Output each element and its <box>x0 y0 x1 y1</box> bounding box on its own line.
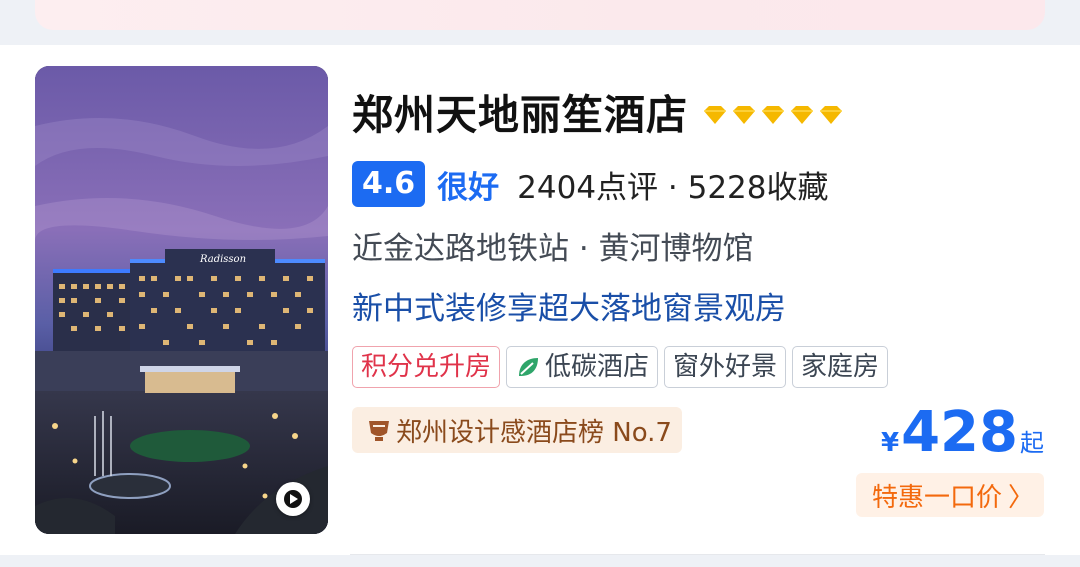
diamond-icon <box>762 106 784 124</box>
hotel-tagline: 新中式装修享超大落地窗景观房 <box>352 291 786 327</box>
tag-low-carbon-label: 低碳酒店 <box>545 352 650 382</box>
diamond-icon <box>791 106 813 124</box>
reviews-favorites: 2404点评 · 5228收藏 <box>517 169 829 206</box>
previous-card-bottom <box>35 0 1045 30</box>
diamond-icon <box>704 106 726 124</box>
deal-label: 特惠一口价 <box>871 482 1002 513</box>
rank-badge[interactable]: 郑州设计感酒店榜 No.7 <box>352 407 682 453</box>
hotel-photo[interactable]: Radisson <box>35 66 328 534</box>
tag-points-upgrade: 积分兑升房 <box>352 346 501 388</box>
play-video-button[interactable] <box>276 482 310 516</box>
trophy-icon <box>369 421 389 441</box>
diamond-icon <box>820 106 842 124</box>
hotel-name[interactable]: 郑州天地丽笙酒店 <box>352 89 688 141</box>
rank-text: 郑州设计感酒店榜 No.7 <box>396 417 672 448</box>
leaf-icon <box>519 358 539 376</box>
title-row: 郑州天地丽笙酒店 <box>352 89 844 141</box>
rating-row[interactable]: 4.6 很好 2404点评 · 5228收藏 <box>352 161 829 207</box>
deal-button[interactable]: 特惠一口价 〉 <box>855 473 1044 517</box>
hotel-card[interactable]: Radisson 郑州天地丽笙酒店 4.6 很好 2404点评 · 5228收藏… <box>0 45 1080 555</box>
photo-signage: Radisson <box>199 254 246 265</box>
price-suffix: 起 <box>1020 429 1044 457</box>
price-value: 428 <box>901 400 1018 465</box>
score-badge: 4.6 <box>352 161 426 207</box>
tag-family-room: 家庭房 <box>792 346 889 388</box>
divider <box>350 554 1045 555</box>
score-word: 很好 <box>437 169 500 206</box>
tags-row: 积分兑升房 低碳酒店 窗外好景 家庭房 <box>352 346 889 388</box>
chevron-right-icon: 〉 <box>1007 482 1034 513</box>
play-icon <box>290 494 298 504</box>
tag-low-carbon: 低碳酒店 <box>506 346 659 388</box>
currency-symbol: ¥ <box>881 428 900 458</box>
location-text: 近金达路地铁站 · 黄河博物馆 <box>352 231 754 267</box>
diamond-rating <box>702 105 844 125</box>
price-row: ¥ 428 起 <box>881 403 1044 463</box>
diamond-icon <box>733 106 755 124</box>
tag-nice-view: 窗外好景 <box>664 346 787 388</box>
